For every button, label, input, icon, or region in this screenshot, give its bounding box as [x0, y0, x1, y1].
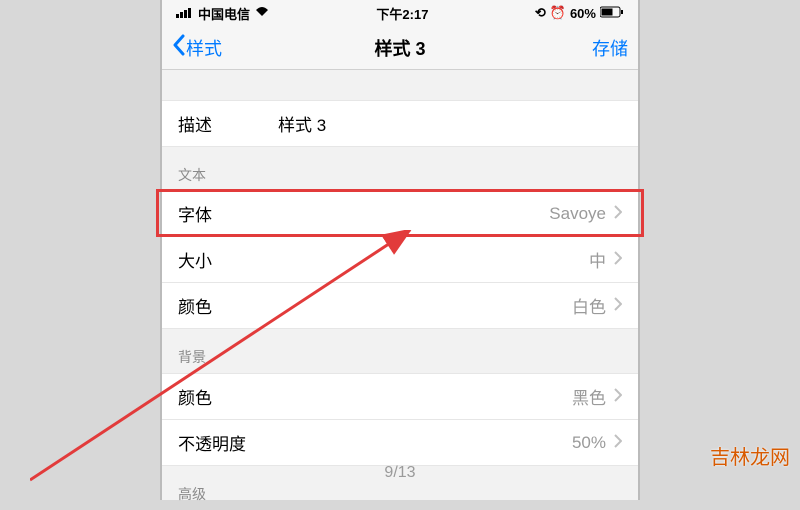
size-row[interactable]: 大小 中 [162, 237, 638, 283]
description-value: 样式 3 [278, 111, 622, 136]
bg-color-label: 颜色 [178, 384, 278, 409]
chevron-right-icon [614, 387, 622, 407]
carrier-label: 中国电信 [198, 4, 250, 23]
opacity-value: 50% [318, 433, 606, 453]
font-value: Savoye [278, 204, 606, 224]
opacity-row[interactable]: 不透明度 50% [162, 420, 638, 466]
text-color-value: 白色 [278, 293, 606, 318]
chevron-right-icon [614, 204, 622, 224]
phone-screen: 中国电信 下午2:17 ⟲ ⏰ 60% 样式 样式 3 存储 描述 样式 3 [160, 0, 640, 500]
back-label: 样式 [186, 35, 222, 61]
wifi-icon [254, 6, 270, 21]
bg-color-value: 黑色 [278, 384, 606, 409]
nav-bar: 样式 样式 3 存储 [162, 26, 638, 70]
section-background: 背景 [162, 329, 638, 373]
size-value: 中 [278, 247, 606, 272]
chevron-right-icon [614, 296, 622, 316]
content-area: 描述 样式 3 文本 字体 Savoye 大小 中 颜色 白色 背景 [162, 70, 638, 510]
battery-label: 60% [570, 6, 596, 21]
watermark: 吉林龙网 [710, 441, 790, 470]
save-button[interactable]: 存储 [592, 35, 628, 61]
section-text: 文本 [162, 147, 638, 191]
font-row[interactable]: 字体 Savoye [162, 191, 638, 237]
battery-icon [600, 6, 624, 21]
chevron-right-icon [614, 250, 622, 270]
status-bar: 中国电信 下午2:17 ⟲ ⏰ 60% [162, 0, 638, 26]
chevron-left-icon [172, 34, 186, 61]
bg-color-row[interactable]: 颜色 黑色 [162, 373, 638, 420]
description-row[interactable]: 描述 样式 3 [162, 100, 638, 147]
text-color-label: 颜色 [178, 293, 278, 318]
page-title: 样式 3 [374, 35, 425, 61]
alarm-icon: ⏰ [550, 5, 566, 21]
font-label: 字体 [178, 201, 278, 226]
clock-label: 下午2:17 [376, 4, 428, 23]
rotation-lock-icon: ⟲ [535, 5, 546, 21]
size-label: 大小 [178, 247, 278, 272]
description-label: 描述 [178, 111, 278, 136]
signal-icon [176, 6, 194, 21]
chevron-right-icon [614, 433, 622, 453]
back-button[interactable]: 样式 [172, 34, 222, 61]
page-indicator: 9/13 [384, 464, 415, 482]
text-color-row[interactable]: 颜色 白色 [162, 283, 638, 329]
opacity-label: 不透明度 [178, 430, 318, 455]
